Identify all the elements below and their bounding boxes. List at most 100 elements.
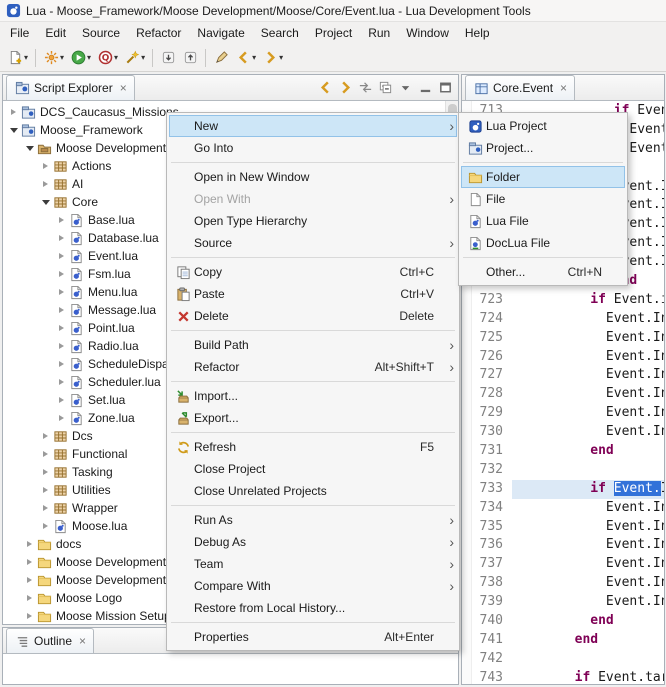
code-line-741[interactable]: end [512, 631, 664, 650]
collapsed-arrow-icon[interactable] [23, 607, 36, 624]
collapsed-arrow-icon[interactable] [23, 589, 36, 607]
code-line-730[interactable]: Event.IniGroupName = "" [512, 423, 664, 442]
menu-item-copy[interactable]: CopyCtrl+C [169, 261, 457, 283]
code-line-731[interactable]: end [512, 442, 664, 461]
code-line-732[interactable] [512, 461, 664, 480]
menu-item-close-unrelated-projects[interactable]: Close Unrelated Projects [169, 480, 457, 502]
menu-item-close-project[interactable]: Close Project [169, 458, 457, 480]
next-annotation-button[interactable] [157, 47, 179, 69]
tab-outline[interactable]: Outline × [6, 628, 94, 653]
link-with-editor-button[interactable] [356, 78, 374, 96]
menu-window[interactable]: Window [398, 22, 457, 44]
menu-file[interactable]: File [2, 22, 37, 44]
menu-item-other[interactable]: Other...Ctrl+N [461, 261, 625, 283]
code-line-738[interactable]: Event.IniCoalition = Event.IniDCSUnit:ge… [512, 574, 664, 593]
code-line-727[interactable]: Event.IniUnitName = Event.IniDC SUnitNam… [512, 366, 664, 385]
code-line-742[interactable] [512, 650, 664, 669]
external-tools-button[interactable]: ▾ [40, 47, 67, 69]
menu-item-import[interactable]: Import... [169, 385, 457, 407]
menu-item-file[interactable]: File [461, 188, 625, 210]
forward-button[interactable]: ▾ [259, 47, 286, 69]
menu-edit[interactable]: Edit [37, 22, 74, 44]
collapsed-arrow-icon[interactable] [39, 157, 52, 175]
code-line-723[interactable]: if Event.initiator and Event.initiator:g… [512, 291, 664, 310]
menu-item-project[interactable]: Project... [461, 137, 625, 159]
code-line-728[interactable]: Event.IniUnit = UNIT:FindByName( Event.I… [512, 385, 664, 404]
menu-item-source[interactable]: Source› [169, 232, 457, 254]
tab-script-explorer[interactable]: Script Explorer × [6, 75, 135, 100]
collapsed-arrow-icon[interactable] [55, 229, 68, 247]
collapsed-arrow-icon[interactable] [39, 481, 52, 499]
menu-item-export[interactable]: Export... [169, 407, 457, 429]
collapsed-arrow-icon[interactable] [23, 571, 36, 589]
menu-item-refresh[interactable]: RefreshF5 [169, 436, 457, 458]
tab-core-event[interactable]: Core.Event × [465, 75, 575, 100]
collapsed-arrow-icon[interactable] [23, 553, 36, 571]
dropdown-caret-icon[interactable]: ▾ [279, 53, 283, 62]
collapsed-arrow-icon[interactable] [55, 409, 68, 427]
collapsed-arrow-icon[interactable] [55, 211, 68, 229]
menu-item-lua-project[interactable]: Lua Project [461, 115, 625, 137]
menu-item-debug-as[interactable]: Debug As› [169, 531, 457, 553]
collapsed-arrow-icon[interactable] [7, 103, 20, 121]
collapsed-arrow-icon[interactable] [39, 499, 52, 517]
code-line-733[interactable]: if Event.IniDCSGroup and Event.IniDCSGro… [512, 480, 664, 499]
dropdown-caret-icon[interactable]: ▾ [141, 53, 145, 62]
expanded-arrow-icon[interactable] [7, 121, 20, 139]
code-line-743[interactable]: if Event.target then [512, 669, 664, 684]
last-edit-location-button[interactable] [210, 47, 232, 69]
back-button[interactable]: ▾ [232, 47, 259, 69]
menu-item-run-as[interactable]: Run As› [169, 509, 457, 531]
collapsed-arrow-icon[interactable] [39, 445, 52, 463]
menu-help[interactable]: Help [457, 22, 498, 44]
dropdown-caret-icon[interactable]: ▾ [60, 53, 64, 62]
menu-project[interactable]: Project [307, 22, 360, 44]
code-line-724[interactable]: Event.IniDCSUnit = Event.initiator [512, 310, 664, 329]
prev-annotation-button[interactable] [179, 47, 201, 69]
collapsed-arrow-icon[interactable] [55, 337, 68, 355]
collapsed-arrow-icon[interactable] [39, 175, 52, 193]
collapse-all-button[interactable] [376, 78, 394, 96]
lua-debug-button[interactable]: Q▾ [94, 47, 121, 69]
menu-search[interactable]: Search [253, 22, 307, 44]
forward-button[interactable] [336, 78, 354, 96]
view-menu-button[interactable] [396, 78, 414, 96]
code-line-729[interactable]: Event.IniDCSGroupName = "" [512, 404, 664, 423]
menu-item-properties[interactable]: PropertiesAlt+Enter [169, 626, 457, 648]
menu-run[interactable]: Run [360, 22, 398, 44]
code-line-734[interactable]: Event.IniDCSGroupName = Event.IniDCSGrou… [512, 499, 664, 518]
code-line-726[interactable]: Event.IniDCSUnitName = Event.IniDCSUnit:… [512, 348, 664, 367]
menu-item-folder[interactable]: Folder [461, 166, 625, 188]
code-line-736[interactable]: Event.IniGroup = GROUP:FindByName( Event… [512, 536, 664, 555]
menu-navigate[interactable]: Navigate [189, 22, 252, 44]
minimize-button[interactable] [416, 78, 434, 96]
collapsed-arrow-icon[interactable] [39, 463, 52, 481]
menu-source[interactable]: Source [74, 22, 128, 44]
menu-item-team[interactable]: Team› [169, 553, 457, 575]
menu-item-compare-with[interactable]: Compare With› [169, 575, 457, 597]
close-icon[interactable]: × [560, 81, 567, 95]
code-line-725[interactable]: Event.IniDCSGroup = Event.IniDCSUnit:get… [512, 329, 664, 348]
menu-refactor[interactable]: Refactor [128, 22, 189, 44]
collapsed-arrow-icon[interactable] [55, 355, 68, 373]
collapsed-arrow-icon[interactable] [55, 301, 68, 319]
collapsed-arrow-icon[interactable] [55, 319, 68, 337]
back-button[interactable] [316, 78, 334, 96]
menu-item-open-in-new-window[interactable]: Open in New Window [169, 166, 457, 188]
menu-item-restore-from-local-history[interactable]: Restore from Local History... [169, 597, 457, 619]
collapsed-arrow-icon[interactable] [55, 265, 68, 283]
menu-item-go-into[interactable]: Go Into [169, 137, 457, 159]
close-icon[interactable]: × [79, 634, 86, 648]
menu-item-paste[interactable]: PasteCtrl+V [169, 283, 457, 305]
collapsed-arrow-icon[interactable] [55, 283, 68, 301]
open-wizard-button[interactable]: ▾ [121, 47, 148, 69]
dropdown-caret-icon[interactable]: ▾ [114, 53, 118, 62]
collapsed-arrow-icon[interactable] [55, 247, 68, 265]
code-line-740[interactable]: end [512, 612, 664, 631]
expanded-arrow-icon[interactable] [39, 193, 52, 211]
code-line-739[interactable]: Event.IniCategory = Event.IniDCSUnit:get… [512, 593, 664, 612]
dropdown-caret-icon[interactable]: ▾ [252, 53, 256, 62]
menu-item-refactor[interactable]: RefactorAlt+Shift+T› [169, 356, 457, 378]
expanded-arrow-icon[interactable] [23, 139, 36, 157]
close-icon[interactable]: × [120, 81, 127, 95]
